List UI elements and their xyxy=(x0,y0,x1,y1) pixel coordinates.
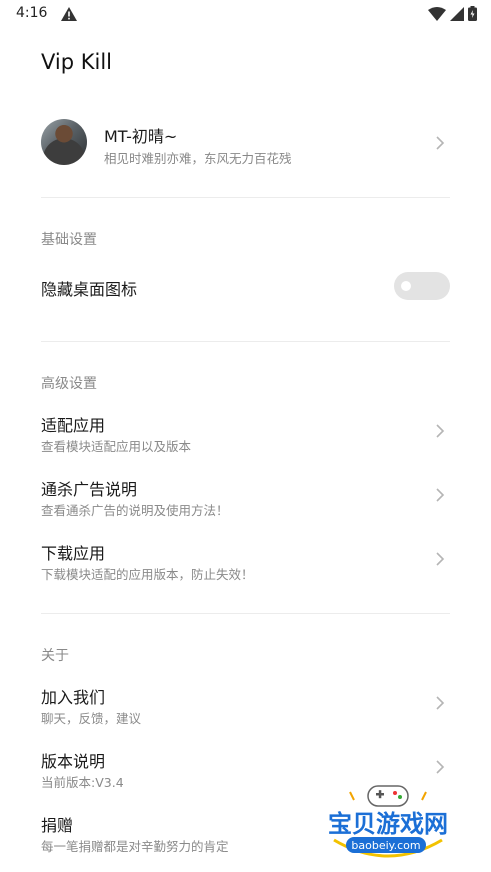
section-header-basic: 基础设置 xyxy=(41,232,97,248)
page-title: Vip Kill xyxy=(41,50,113,74)
wifi-icon xyxy=(428,6,446,25)
chevron-right-icon xyxy=(435,551,445,567)
item-title: 通杀广告说明 xyxy=(41,480,138,499)
warning-icon xyxy=(61,6,77,21)
gamepad-icon xyxy=(367,785,409,807)
item-subtitle: 当前版本:V3.4 xyxy=(41,775,124,790)
status-icons xyxy=(428,6,477,25)
toggle-knob xyxy=(401,281,411,291)
section-header-about: 关于 xyxy=(41,648,69,664)
divider xyxy=(41,613,450,614)
menu-item-download-apps[interactable]: 下载应用 下载模块适配的应用版本，防止失效！ xyxy=(0,538,491,586)
avatar[interactable] xyxy=(41,119,87,165)
divider xyxy=(41,341,450,342)
battery-icon xyxy=(468,6,477,25)
item-subtitle: 查看模块适配应用以及版本 xyxy=(41,439,192,454)
chevron-right-icon xyxy=(435,487,445,503)
status-bar: 4:16 xyxy=(0,0,491,30)
item-subtitle: 聊天，反馈，建议 xyxy=(41,711,142,726)
item-title: 加入我们 xyxy=(41,688,106,707)
item-subtitle: 查看通杀广告的说明及使用方法！ xyxy=(41,503,229,518)
menu-item-supported-apps[interactable]: 适配应用 查看模块适配应用以及版本 xyxy=(0,410,491,458)
status-time: 4:16 xyxy=(16,5,48,21)
chevron-right-icon xyxy=(435,759,445,775)
signal-icon xyxy=(450,6,464,25)
item-subtitle: 每一笔捐赠都是对辛勤努力的肯定 xyxy=(41,839,229,854)
watermark-brand: 宝贝游戏网 xyxy=(328,810,448,838)
hide-icon-toggle[interactable] xyxy=(394,272,450,300)
item-title: 下载应用 xyxy=(41,544,106,563)
section-header-advanced: 高级设置 xyxy=(41,376,97,392)
item-title: 捐赠 xyxy=(41,816,74,835)
divider xyxy=(41,197,450,198)
menu-item-ad-kill-guide[interactable]: 通杀广告说明 查看通杀广告的说明及使用方法！ xyxy=(0,474,491,522)
menu-item-join-us[interactable]: 加入我们 聊天，反馈，建议 xyxy=(0,682,491,730)
item-subtitle: 下载模块适配的应用版本，防止失效！ xyxy=(41,567,254,582)
item-title: 版本说明 xyxy=(41,752,106,771)
watermark-logo: 宝贝游戏网 baobeiy.com xyxy=(320,785,456,858)
profile-name: MT-初晴~ xyxy=(104,127,178,146)
profile-row[interactable]: MT-初晴~ 相见时难别亦难，东风无力百花残 xyxy=(0,112,491,176)
chevron-right-icon xyxy=(435,423,445,439)
chevron-right-icon xyxy=(435,695,445,711)
item-title: 适配应用 xyxy=(41,416,106,435)
hide-icon-label: 隐藏桌面图标 xyxy=(41,280,138,299)
watermark-domain: baobeiy.com xyxy=(351,839,420,852)
chevron-right-icon xyxy=(435,135,445,151)
profile-motto: 相见时难别亦难，东风无力百花残 xyxy=(104,151,292,166)
